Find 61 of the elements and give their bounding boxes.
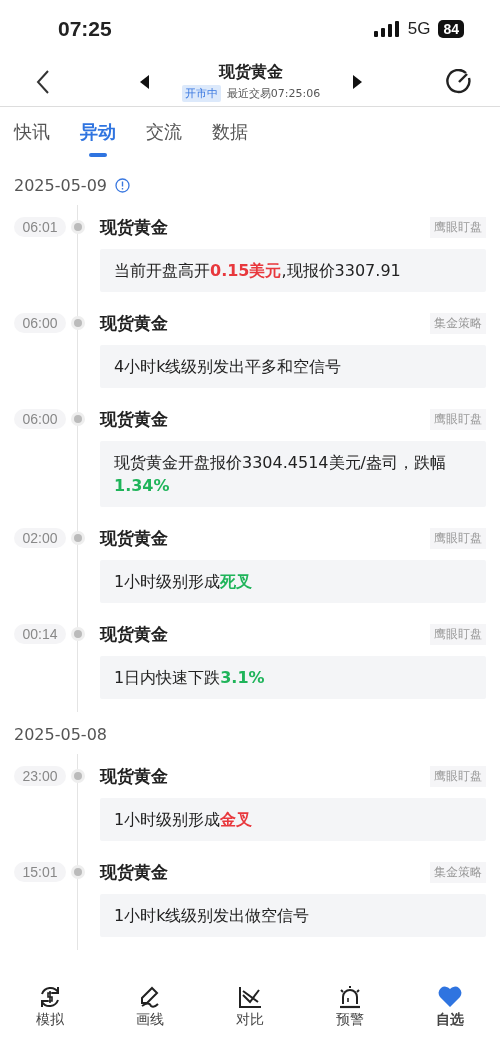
tab[interactable]: 数据 xyxy=(212,117,248,159)
status-time: 07:25 xyxy=(58,17,112,41)
timeline-dot xyxy=(74,868,82,876)
source-tag: 鹰眼盯盘 xyxy=(430,408,486,430)
timeline-dot xyxy=(74,630,82,638)
source-tag: 鹰眼盯盘 xyxy=(430,623,486,645)
source-tag: 鹰眼盯盘 xyxy=(430,216,486,238)
nav-tab[interactable]: 自选 xyxy=(415,985,485,1029)
event-title: 现货黄金 xyxy=(100,407,169,431)
alarm-light-icon xyxy=(337,985,363,1009)
info-icon[interactable] xyxy=(115,177,130,193)
timeline-dot xyxy=(74,223,82,231)
back-icon[interactable] xyxy=(36,69,50,95)
source-tag: 鹰眼盯盘 xyxy=(430,527,486,549)
event-title: 现货黄金 xyxy=(100,526,169,550)
event-time: 06:00 xyxy=(14,313,66,333)
event-time: 15:01 xyxy=(14,862,66,882)
chart-icon xyxy=(237,985,263,1009)
date-heading: 2025-05-09 xyxy=(14,175,107,195)
source-tag: 鹰眼盯盘 xyxy=(430,765,486,787)
timeline-dot xyxy=(74,415,82,423)
event-title: 现货黄金 xyxy=(100,860,169,884)
tab[interactable]: 交流 xyxy=(146,117,182,159)
event-message: 1日内快速下跌3.1% xyxy=(100,656,486,699)
nav-tab[interactable]: 画线 xyxy=(115,985,185,1029)
next-icon[interactable] xyxy=(353,75,362,89)
nav-tab[interactable]: 模拟 xyxy=(15,985,85,1029)
event-time: 00:14 xyxy=(14,624,66,644)
event-title: 现货黄金 xyxy=(100,215,169,239)
event-time: 06:01 xyxy=(14,217,66,237)
event-title: 现货黄金 xyxy=(100,764,169,788)
event-time: 23:00 xyxy=(14,766,66,786)
timeline-dot xyxy=(74,319,82,327)
event-time: 06:00 xyxy=(14,409,66,429)
event-message: 1小时k线级别发出做空信号 xyxy=(100,894,486,937)
network-label: 5G xyxy=(407,19,431,39)
battery-icon: 84 xyxy=(438,20,464,38)
event-message: 1小时级别形成金叉 xyxy=(100,798,486,841)
nav-tab[interactable]: 预警 xyxy=(315,985,385,1029)
signal-icon xyxy=(373,21,400,37)
event-message: 1小时级别形成死叉 xyxy=(100,560,486,603)
event-message: 当前开盘高开0.15美元,现报价3307.91 xyxy=(100,249,486,292)
timeline-dot xyxy=(74,534,82,542)
source-tag: 集金策略 xyxy=(430,312,486,334)
event-message: 现货黄金开盘报价3304.4514美元/盎司，跌幅 1.34% xyxy=(100,441,486,507)
timeline-dot xyxy=(74,772,82,780)
market-status-badge: 开市中 xyxy=(181,85,221,102)
event-title: 现货黄金 xyxy=(100,622,169,646)
page-title: 现货黄金 xyxy=(219,62,283,83)
source-tag: 集金策略 xyxy=(430,861,486,883)
event-title: 现货黄金 xyxy=(100,311,169,335)
date-heading: 2025-05-08 xyxy=(14,724,107,744)
tab[interactable]: 快讯 xyxy=(14,117,50,159)
heart-icon xyxy=(437,985,463,1009)
nav-tab[interactable]: 对比 xyxy=(215,985,285,1029)
last-trade-time: 最近交易07:25:06 xyxy=(226,86,321,101)
previous-icon[interactable] xyxy=(140,75,149,89)
tab[interactable]: 异动 xyxy=(80,117,116,159)
gauge-icon[interactable] xyxy=(446,69,472,95)
event-message: 4小时k线级别发出平多和空信号 xyxy=(100,345,486,388)
event-time: 02:00 xyxy=(14,528,66,548)
